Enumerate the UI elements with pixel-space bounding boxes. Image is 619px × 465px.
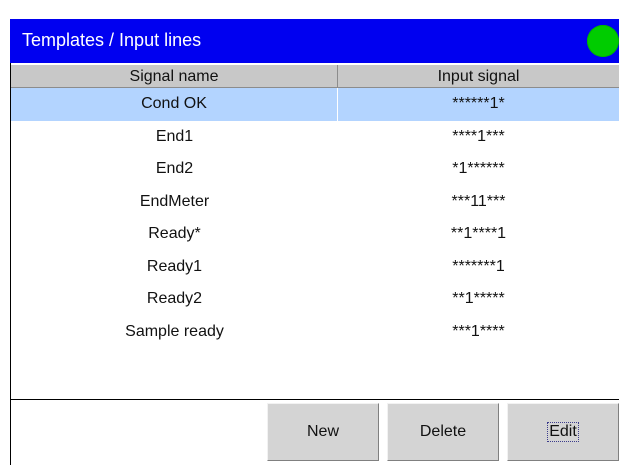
table-row[interactable]: Cond OK ******1* xyxy=(11,88,619,121)
title-bar: Templates / Input lines xyxy=(10,19,619,63)
input-signal-cell: ******1* xyxy=(452,95,505,112)
new-button[interactable]: New xyxy=(267,403,379,461)
table-row[interactable]: EndMeter ***11*** xyxy=(11,186,619,219)
page-title: Templates / Input lines xyxy=(22,30,202,50)
signal-name-cell: Ready1 xyxy=(146,257,203,275)
signal-name-cell: Ready2 xyxy=(146,290,203,307)
signal-name-cell: Cond OK xyxy=(11,88,338,121)
table-body: Cond OK ******1* End1 ****1*** End2 *1**… xyxy=(11,88,619,348)
table-row[interactable]: Ready2 **1***** xyxy=(11,283,619,316)
input-signal-cell: ***1**** xyxy=(452,322,505,340)
signal-name-cell: EndMeter xyxy=(139,192,210,210)
content-area: Signal name Input signal Cond OK ******1… xyxy=(10,63,619,465)
edit-button[interactable]: Edit xyxy=(507,403,619,461)
input-signal-cell: ***11*** xyxy=(451,192,506,210)
table-row[interactable]: Ready* **1****1 xyxy=(11,218,619,251)
column-header-signal-name[interactable]: Signal name xyxy=(11,65,338,88)
input-signal-cell: ****1*** xyxy=(452,127,505,145)
signal-name-cell: End2 xyxy=(155,160,194,177)
table-row[interactable]: End2 *1****** xyxy=(11,153,619,186)
table-row[interactable]: End1 ****1*** xyxy=(11,121,619,154)
button-bar-divider xyxy=(11,399,619,400)
input-signal-cell: *******1 xyxy=(452,257,505,275)
edit-button-label: Edit xyxy=(547,422,579,442)
input-signal-cell: *1****** xyxy=(452,160,505,177)
app-window: Templates / Input lines Signal name Inpu… xyxy=(0,0,619,465)
input-signal-cell: **1***** xyxy=(452,290,505,307)
column-header-input-signal[interactable]: Input signal xyxy=(338,65,619,88)
table-row[interactable]: Ready1 *******1 xyxy=(11,251,619,284)
signal-name-cell: Ready* xyxy=(148,225,201,242)
delete-button[interactable]: Delete xyxy=(387,403,499,461)
signal-name-cell: Sample ready xyxy=(125,322,224,340)
signal-name-cell: End1 xyxy=(155,127,194,145)
status-indicator-icon xyxy=(587,25,619,57)
input-signal-cell: **1****1 xyxy=(450,225,507,242)
table-row[interactable]: Sample ready ***1**** xyxy=(11,316,619,349)
